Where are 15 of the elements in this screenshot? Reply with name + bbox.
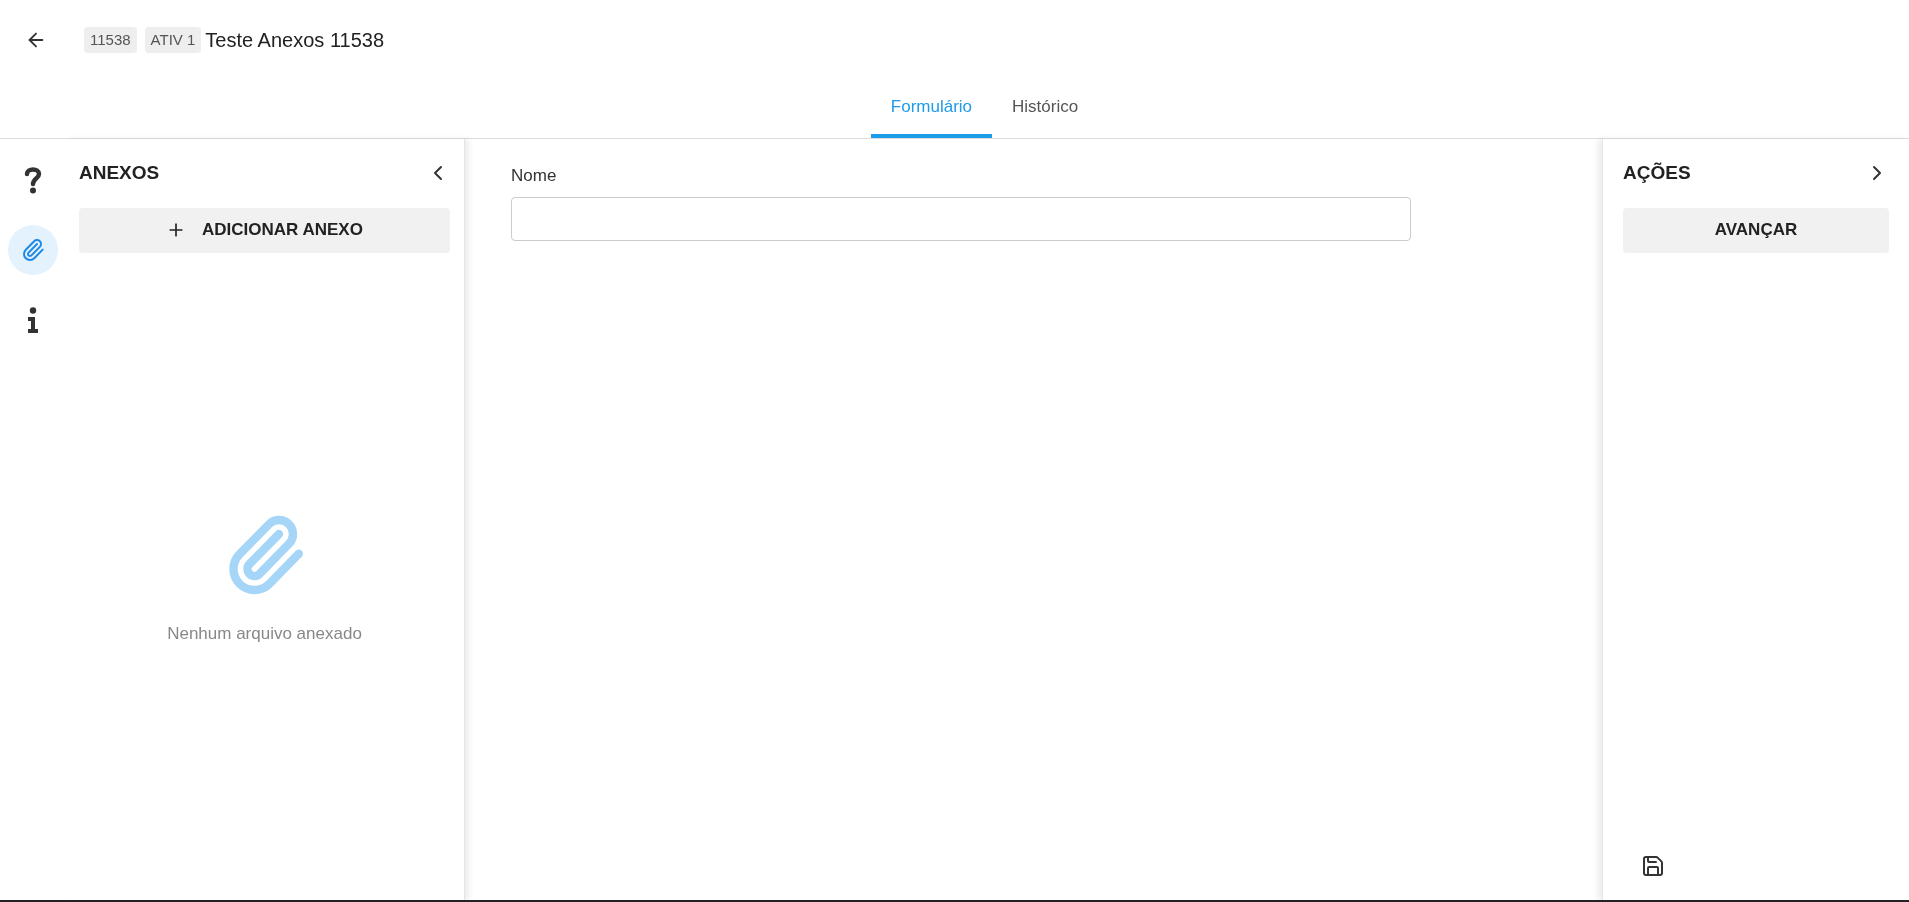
name-input-field[interactable]	[511, 196, 1411, 241]
add-attachment-button[interactable]: ADICIONAR ANEXO	[79, 207, 450, 253]
paperclip-icon	[20, 238, 45, 262]
page-title: Teste Anexos 11538	[205, 28, 384, 53]
advance-button[interactable]: AVANÇAR	[1623, 207, 1889, 253]
info-icon	[26, 307, 39, 333]
save-icon	[1641, 854, 1665, 878]
help-icon	[23, 166, 42, 194]
field-label: Nome	[511, 165, 558, 187]
empty-message: Nenhum arquivo anexado	[167, 622, 362, 645]
panel-title: ANEXOS	[79, 161, 160, 185]
panel-title: AÇÕES	[1623, 161, 1691, 185]
tag: ATIV 1	[144, 26, 202, 54]
tab[interactable]: Histórico	[992, 80, 1099, 138]
tag: 11538	[84, 26, 137, 54]
